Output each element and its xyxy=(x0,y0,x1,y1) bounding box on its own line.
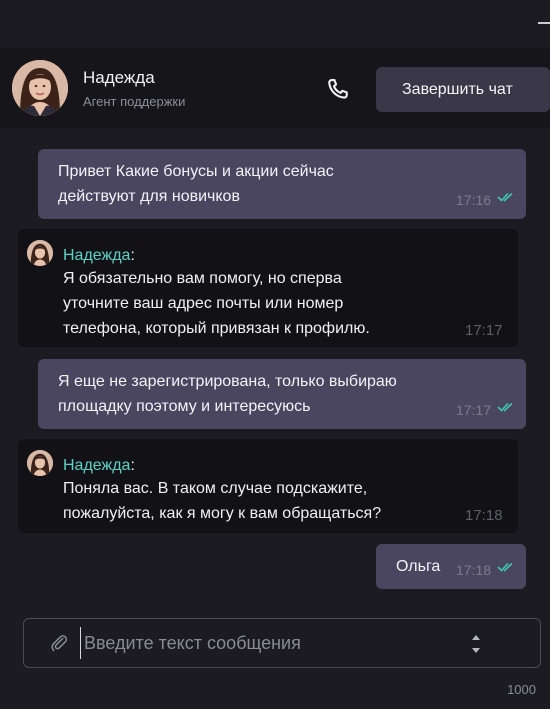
agent-role: Агент поддержки xyxy=(83,94,186,109)
end-chat-button[interactable]: Завершить чат xyxy=(376,67,550,112)
agent-avatar-small xyxy=(27,240,53,266)
message-text: Поняла вас. В таком случае подскажите, п… xyxy=(63,480,382,522)
incoming-message: Надежда: Поняла вас. В таком случае подс… xyxy=(18,439,518,533)
stepper-icon[interactable] xyxy=(470,631,482,657)
composer-area: 1000 xyxy=(0,598,550,709)
phone-icon[interactable] xyxy=(324,76,352,104)
char-limit-counter: 1000 xyxy=(507,682,536,697)
double-check-icon xyxy=(497,402,513,412)
agent-avatar xyxy=(12,60,68,116)
incoming-message: Надежда: Я обязательно вам помогу, но сп… xyxy=(18,229,518,347)
outgoing-message: Ольга 17:18 xyxy=(376,544,526,589)
message-composer xyxy=(23,618,541,668)
sender-name-text: Надежда xyxy=(63,457,131,474)
chat-header: Надежда Агент поддержки Завершить чат xyxy=(0,48,550,128)
message-text: Я обязательно вам помогу, но сперва уточ… xyxy=(63,270,370,337)
outgoing-message: Я еще не зарегистрирована, только выбира… xyxy=(38,359,526,429)
window-bar xyxy=(0,0,550,48)
message-list[interactable]: Привет Какие бонусы и акции сейчас дейст… xyxy=(0,128,550,598)
paperclip-icon[interactable] xyxy=(49,633,69,653)
sender-name: Надежда: xyxy=(63,247,135,264)
message-time: 17:18 xyxy=(456,562,492,578)
message-time: 17:17 xyxy=(456,402,492,418)
message-text: Ольга xyxy=(396,558,441,575)
message-time: 17:17 xyxy=(465,322,503,339)
sender-name-text: Надежда xyxy=(63,247,131,264)
message-text: Я еще не зарегистрирована, только выбира… xyxy=(58,373,397,415)
double-check-icon xyxy=(497,562,513,572)
outgoing-message: Привет Какие бонусы и акции сейчас дейст… xyxy=(38,149,526,219)
minimize-icon[interactable] xyxy=(538,22,550,24)
message-text: Привет Какие бонусы и акции сейчас дейст… xyxy=(58,163,334,205)
message-time: 17:16 xyxy=(456,192,492,208)
agent-name: Надежда xyxy=(83,68,155,87)
message-time: 17:18 xyxy=(465,507,503,524)
message-input[interactable] xyxy=(80,627,460,659)
double-check-icon xyxy=(497,192,513,202)
agent-avatar-small xyxy=(27,450,53,476)
sender-name: Надежда: xyxy=(63,457,135,474)
